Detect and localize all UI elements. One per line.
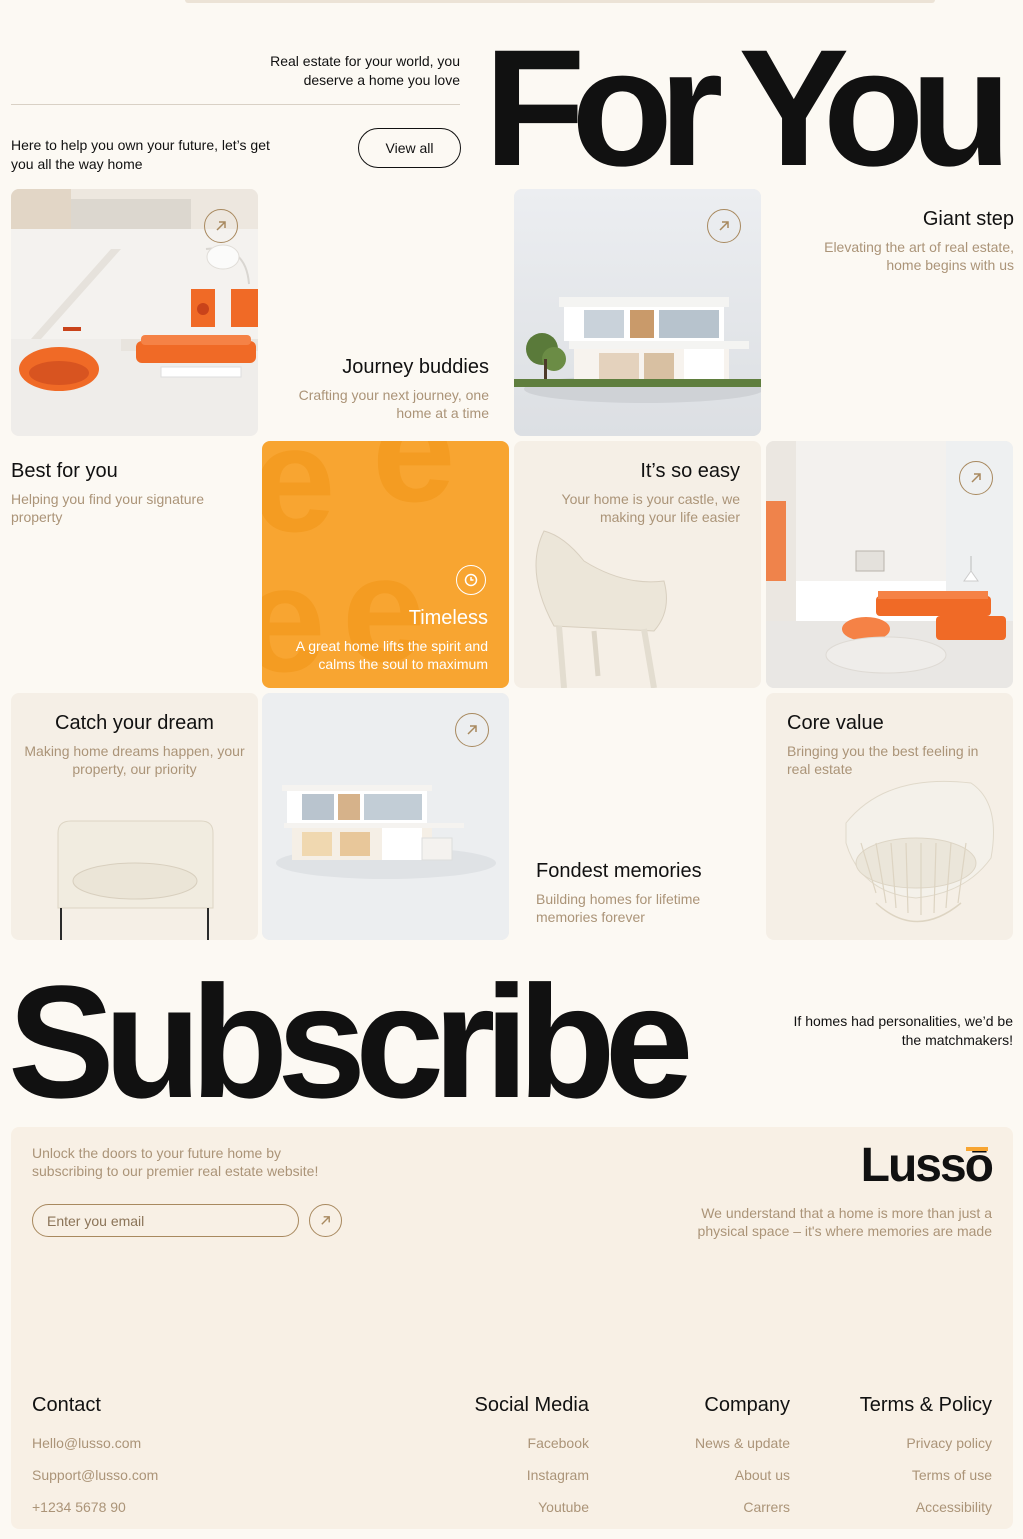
timeless-text: Timeless A great home lifts the spirit a… <box>274 605 488 673</box>
top-image-edge <box>185 0 935 3</box>
giant-step-block: Giant step Elevating the art of real est… <box>790 206 1014 274</box>
journey-buddies-block: Journey buddies Crafting your next journ… <box>265 354 489 422</box>
timeless-title: Timeless <box>408 607 488 629</box>
for-you-title: For You <box>484 16 1012 201</box>
logo-accent-bar <box>966 1147 988 1151</box>
armchair-illustration <box>57 820 214 940</box>
its-so-easy-card[interactable]: It’s so easy Your home is your castle, w… <box>514 441 761 688</box>
core-value-card[interactable]: Core value Bringing you the best feeling… <box>766 693 1013 940</box>
living-room-image-card[interactable] <box>11 189 258 436</box>
arrow-up-right-icon <box>321 1216 330 1225</box>
social-heading: Social Media <box>474 1394 589 1416</box>
easy-desc: Your home is your castle, we making your… <box>561 491 740 525</box>
terms-link-terms[interactable]: Terms of use <box>831 1466 992 1484</box>
email-submit-button[interactable] <box>309 1204 342 1237</box>
brand-statement: We understand that a home is more than j… <box>697 1205 992 1239</box>
company-link-careers[interactable]: Carrers <box>651 1498 790 1516</box>
journey-title: Journey buddies <box>342 356 489 378</box>
fondest-desc: Building homes for lifetime memories for… <box>536 891 701 925</box>
terms-link-accessibility[interactable]: Accessibility <box>831 1498 992 1516</box>
catch-your-dream-card[interactable]: Catch your dream Making home dreams happ… <box>11 693 258 940</box>
hero-subline: Here to help you own your future, let’s … <box>11 137 270 172</box>
giant-title: Giant step <box>922 208 1014 230</box>
arrow-up-right-icon[interactable] <box>959 461 993 495</box>
easy-title: It’s so easy <box>640 460 740 482</box>
social-link-youtube[interactable]: Youtube <box>431 1498 589 1516</box>
contact-email-support[interactable]: Support@lusso.com <box>32 1466 158 1484</box>
company-link-news[interactable]: News & update <box>651 1434 790 1452</box>
journey-desc: Crafting your next journey, one home at … <box>298 387 489 421</box>
terms-heading: Terms & Policy <box>859 1394 992 1416</box>
terms-link-privacy[interactable]: Privacy policy <box>831 1434 992 1452</box>
arrow-up-right-icon[interactable] <box>707 209 741 243</box>
social-link-facebook[interactable]: Facebook <box>431 1434 589 1452</box>
easy-text: It’s so easy Your home is your castle, w… <box>526 458 740 526</box>
contact-column: Contact Hello@lusso.com Support@lusso.co… <box>32 1392 158 1516</box>
company-column: Company News & update About us Carrers <box>651 1392 790 1516</box>
view-all-button[interactable]: View all <box>358 128 461 168</box>
company-link-about[interactable]: About us <box>651 1466 790 1484</box>
subscribe-note: If homes had personalities, we’d be the … <box>793 1013 1013 1048</box>
fondest-title: Fondest memories <box>536 860 702 882</box>
svg-text:e: e <box>372 441 455 533</box>
modern-house-image-card[interactable] <box>514 189 761 436</box>
wire-chair-illustration <box>845 780 994 923</box>
contact-email-hello[interactable]: Hello@lusso.com <box>32 1434 158 1452</box>
clock-icon <box>456 565 486 595</box>
orange-lounge-image-card[interactable] <box>766 441 1013 688</box>
best-desc: Helping you find your signature property <box>11 491 205 525</box>
hero-tagline: Real estate for your world, you deserve … <box>270 53 460 88</box>
contact-heading: Contact <box>32 1394 101 1416</box>
best-for-you-block: Best for you Helping you find your signa… <box>11 458 231 526</box>
company-heading: Company <box>704 1394 790 1416</box>
contact-phone[interactable]: +1234 5678 90 <box>32 1498 158 1516</box>
hero-divider <box>11 104 460 105</box>
social-link-instagram[interactable]: Instagram <box>431 1466 589 1484</box>
subscribe-title: Subscribe <box>8 952 694 1131</box>
giant-desc: Elevating the art of real estate, home b… <box>824 239 1014 273</box>
arrow-up-right-icon[interactable] <box>204 209 238 243</box>
subscribe-intro: Unlock the doors to your future home by … <box>32 1145 319 1179</box>
timeless-desc: A great home lifts the spirit and calms … <box>295 638 488 672</box>
social-column: Social Media Facebook Instagram Youtube <box>431 1392 589 1516</box>
best-title: Best for you <box>11 460 118 482</box>
fondest-memories-block: Fondest memories Building homes for life… <box>536 858 756 926</box>
footer-card: Unlock the doors to your future home by … <box>11 1127 1013 1529</box>
two-story-house-image-card[interactable] <box>262 693 509 940</box>
arrow-up-right-icon[interactable] <box>455 713 489 747</box>
email-input[interactable] <box>32 1204 299 1237</box>
timeless-card[interactable]: e e e e Timeless A great home lifts the … <box>262 441 509 688</box>
terms-column: Terms & Policy Privacy policy Terms of u… <box>831 1392 992 1516</box>
